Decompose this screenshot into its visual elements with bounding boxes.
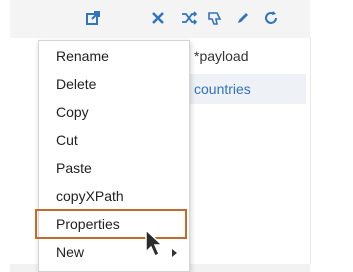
- edit-icon[interactable]: [235, 10, 251, 26]
- open-external-icon[interactable]: [85, 10, 101, 26]
- menu-item-paste[interactable]: Paste: [39, 154, 189, 182]
- tree-item-payload[interactable]: *payload: [188, 41, 306, 71]
- menu-item-cut[interactable]: Cut: [39, 126, 189, 154]
- refresh-icon[interactable]: [263, 10, 279, 26]
- tree-item-countries[interactable]: countries: [188, 74, 306, 104]
- toolbar: [10, 0, 310, 38]
- context-menu: Rename Delete Copy Cut Paste copyXPath P…: [35, 40, 190, 272]
- menu-item-delete[interactable]: Delete: [39, 70, 189, 98]
- menu-item-new[interactable]: New: [39, 238, 189, 266]
- submenu-arrow-icon: [172, 249, 177, 257]
- menu-item-rename[interactable]: Rename: [39, 42, 189, 70]
- shuffle-icon[interactable]: [181, 10, 197, 26]
- thumb-down-icon[interactable]: [207, 10, 223, 26]
- menu-item-copyxpath[interactable]: copyXPath: [39, 182, 189, 210]
- menu-item-copy[interactable]: Copy: [39, 98, 189, 126]
- close-icon[interactable]: [150, 10, 166, 26]
- mouse-cursor-icon: [145, 228, 164, 258]
- menu-item-new-label: New: [56, 244, 85, 260]
